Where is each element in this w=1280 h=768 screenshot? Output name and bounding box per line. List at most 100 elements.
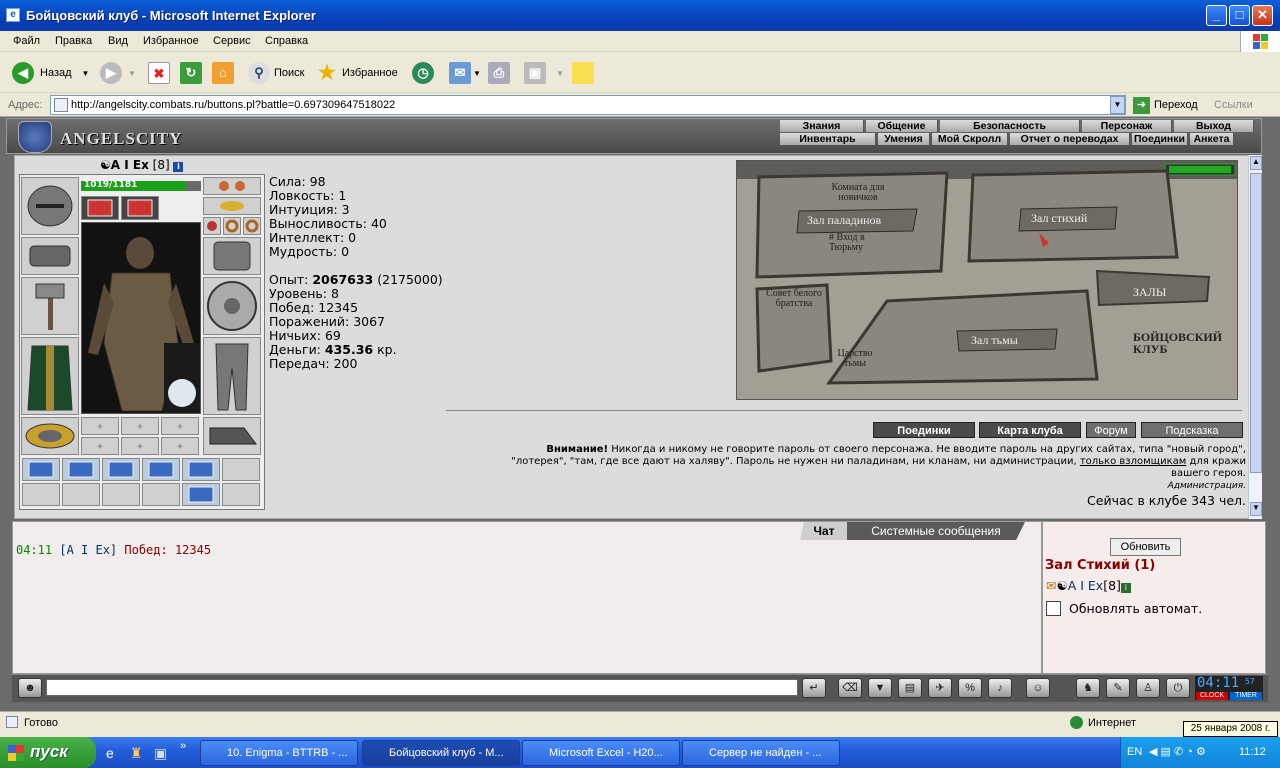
favorites-button[interactable]: ★ Избранное bbox=[316, 61, 398, 85]
gloves-slot[interactable] bbox=[21, 237, 79, 275]
character-name[interactable]: ☯A I Ex [8] i bbox=[100, 158, 184, 172]
nav-my-scroll[interactable]: Мой Скролл bbox=[932, 133, 1008, 145]
scroll-thumb[interactable] bbox=[1250, 173, 1262, 473]
exit-icon[interactable]: ⏻ bbox=[1166, 678, 1190, 698]
nav-communication[interactable]: Общение bbox=[866, 120, 938, 132]
scroll-slot-filled[interactable] bbox=[142, 458, 180, 481]
helmet-slot[interactable] bbox=[21, 177, 79, 235]
legs-slot[interactable] bbox=[203, 337, 261, 415]
task-enigma[interactable]: 10. Enigma - BTTRB - ... bbox=[200, 740, 358, 766]
menu-help[interactable]: Справка bbox=[265, 35, 308, 47]
forward-dropdown-icon[interactable]: ▼ bbox=[128, 69, 136, 78]
save-icon[interactable]: ▤ bbox=[898, 678, 922, 698]
rune-slot-6[interactable]: ✦ bbox=[161, 437, 199, 455]
map-paladins-hall[interactable]: Зал паладинов bbox=[807, 213, 881, 228]
scroll-slot-empty[interactable] bbox=[222, 483, 260, 506]
print-button[interactable]: ⎙ bbox=[488, 61, 510, 85]
go-button[interactable]: ➔ Переход bbox=[1133, 96, 1198, 114]
map-white-brotherhood[interactable]: Совет белого братства bbox=[761, 289, 827, 309]
ring-slot-c[interactable] bbox=[243, 217, 261, 235]
club-map-button[interactable]: Карта клуба bbox=[979, 422, 1081, 438]
map-darkness-hall[interactable]: Зал тьмы bbox=[971, 333, 1018, 348]
auto-refresh-checkbox[interactable]: Обновлять автомат. bbox=[1046, 601, 1202, 616]
close-button[interactable]: ✕ bbox=[1252, 5, 1273, 26]
forum-button[interactable]: Форум bbox=[1086, 422, 1136, 438]
ring-slot-2[interactable] bbox=[121, 196, 159, 220]
menu-edit[interactable]: Правка bbox=[55, 35, 92, 47]
scroll-down-icon[interactable]: ▼ bbox=[1250, 502, 1262, 516]
mail-button[interactable]: ✉ ▼ bbox=[449, 61, 481, 85]
clear-icon[interactable]: ⌫ bbox=[838, 678, 862, 698]
map-darkness-realm[interactable]: Царство тьмы bbox=[833, 349, 877, 369]
quicklaunch-app-icon[interactable]: ♜ bbox=[130, 745, 143, 762]
quicklaunch-more-icon[interactable]: » bbox=[180, 740, 186, 752]
map-elements-hall[interactable]: Зал стихий bbox=[1031, 211, 1087, 226]
search-button[interactable]: ⚲ Поиск bbox=[248, 61, 304, 85]
back-dropdown-icon[interactable]: ▼ bbox=[82, 69, 90, 78]
ring-slot-a[interactable] bbox=[203, 217, 221, 235]
nav-security[interactable]: Безопасность bbox=[940, 120, 1080, 132]
shield-slot[interactable] bbox=[203, 277, 261, 335]
nav-knowledge[interactable]: Знания bbox=[780, 120, 864, 132]
scroll-icon[interactable]: ✎ bbox=[1106, 678, 1130, 698]
scroll-slot-empty[interactable] bbox=[142, 483, 180, 506]
nav-profile[interactable]: Анкета bbox=[1190, 133, 1234, 145]
chat-smiley-head-icon[interactable]: ☻ bbox=[18, 678, 42, 698]
nav-transfer-report[interactable]: Отчет о переводах bbox=[1010, 133, 1130, 145]
rune-slot-3[interactable]: ✦ bbox=[161, 417, 199, 435]
room-user-entry[interactable]: ✉☯A I Ex[8] i bbox=[1046, 578, 1131, 593]
nav-skills[interactable]: Умения bbox=[878, 133, 930, 145]
checkbox-box[interactable] bbox=[1046, 601, 1061, 616]
task-server-not-found[interactable]: Сервер не найден - ... bbox=[682, 740, 840, 766]
quicklaunch-desktop-icon[interactable]: ▣ bbox=[154, 745, 167, 762]
links-label[interactable]: Ссылки bbox=[1214, 99, 1253, 111]
stop-button[interactable]: ✖ bbox=[148, 61, 170, 85]
tray-icons[interactable]: ◀ ▤ ✆ ◔ ⚙ bbox=[1149, 745, 1206, 758]
forward-button[interactable]: ▶ ▼ bbox=[100, 61, 136, 85]
nav-character[interactable]: Персонаж bbox=[1082, 120, 1172, 132]
ring-slot-b[interactable] bbox=[223, 217, 241, 235]
nav-exit[interactable]: Выход bbox=[1174, 120, 1254, 132]
language-indicator[interactable]: EN bbox=[1127, 746, 1142, 758]
private-icon[interactable]: % bbox=[958, 678, 982, 698]
rune-slot-2[interactable]: ✦ bbox=[121, 417, 159, 435]
home-button[interactable]: ⌂ bbox=[212, 61, 234, 85]
tab-system-messages[interactable]: Системные сообщения bbox=[847, 522, 1025, 540]
nav-duels[interactable]: Поединки bbox=[1132, 133, 1188, 145]
tray-clock[interactable]: 11:12 bbox=[1239, 746, 1266, 758]
chat-time[interactable]: 04:11 bbox=[16, 543, 52, 557]
tab-chat[interactable]: Чат bbox=[800, 522, 848, 540]
info-icon[interactable]: i bbox=[173, 162, 184, 172]
start-button[interactable]: пуск bbox=[0, 737, 96, 768]
scroll-slot-filled[interactable] bbox=[22, 458, 60, 481]
map-prison-entrance[interactable]: # Вход в Тюрьму bbox=[829, 233, 899, 253]
history-button[interactable]: ◷ bbox=[412, 61, 434, 85]
armor-slot[interactable] bbox=[21, 337, 79, 415]
rune-slot-4[interactable]: ✦ bbox=[81, 437, 119, 455]
boots-slot[interactable] bbox=[203, 417, 261, 455]
weapon-slot[interactable] bbox=[21, 277, 79, 335]
hint-button[interactable]: Подсказка bbox=[1141, 422, 1243, 438]
back-button[interactable]: ◀ Назад ▼ bbox=[12, 61, 89, 85]
minimize-button[interactable]: _ bbox=[1206, 5, 1227, 26]
scroll-slot-empty[interactable] bbox=[62, 483, 100, 506]
gauntlets-slot[interactable] bbox=[203, 237, 261, 275]
scroll-slot-empty[interactable] bbox=[222, 458, 260, 481]
filter-icon[interactable]: ▼ bbox=[868, 678, 892, 698]
quicklaunch-ie-icon[interactable]: e bbox=[106, 745, 114, 761]
necklace-slot[interactable] bbox=[203, 197, 261, 215]
send-icon[interactable]: ↵ bbox=[802, 678, 826, 698]
menu-file[interactable]: Файл bbox=[13, 35, 40, 47]
rune-slot-1[interactable]: ✦ bbox=[81, 417, 119, 435]
scroll-up-icon[interactable]: ▲ bbox=[1250, 156, 1262, 170]
scroll-slot-empty[interactable] bbox=[102, 483, 140, 506]
address-dropdown-icon[interactable]: ▼ bbox=[1110, 96, 1125, 114]
scroll-slot-filled[interactable] bbox=[182, 483, 220, 506]
map-halls[interactable]: ЗАЛЫ bbox=[1133, 285, 1166, 300]
earrings-slot[interactable] bbox=[203, 177, 261, 195]
rune-slot-5[interactable]: ✦ bbox=[121, 437, 159, 455]
menu-favorites[interactable]: Избранное bbox=[143, 35, 199, 47]
main-scrollbar[interactable]: ▲ ▼ bbox=[1248, 155, 1262, 519]
character-avatar[interactable] bbox=[81, 222, 201, 414]
smiley-icon[interactable]: ☺ bbox=[1026, 678, 1050, 698]
